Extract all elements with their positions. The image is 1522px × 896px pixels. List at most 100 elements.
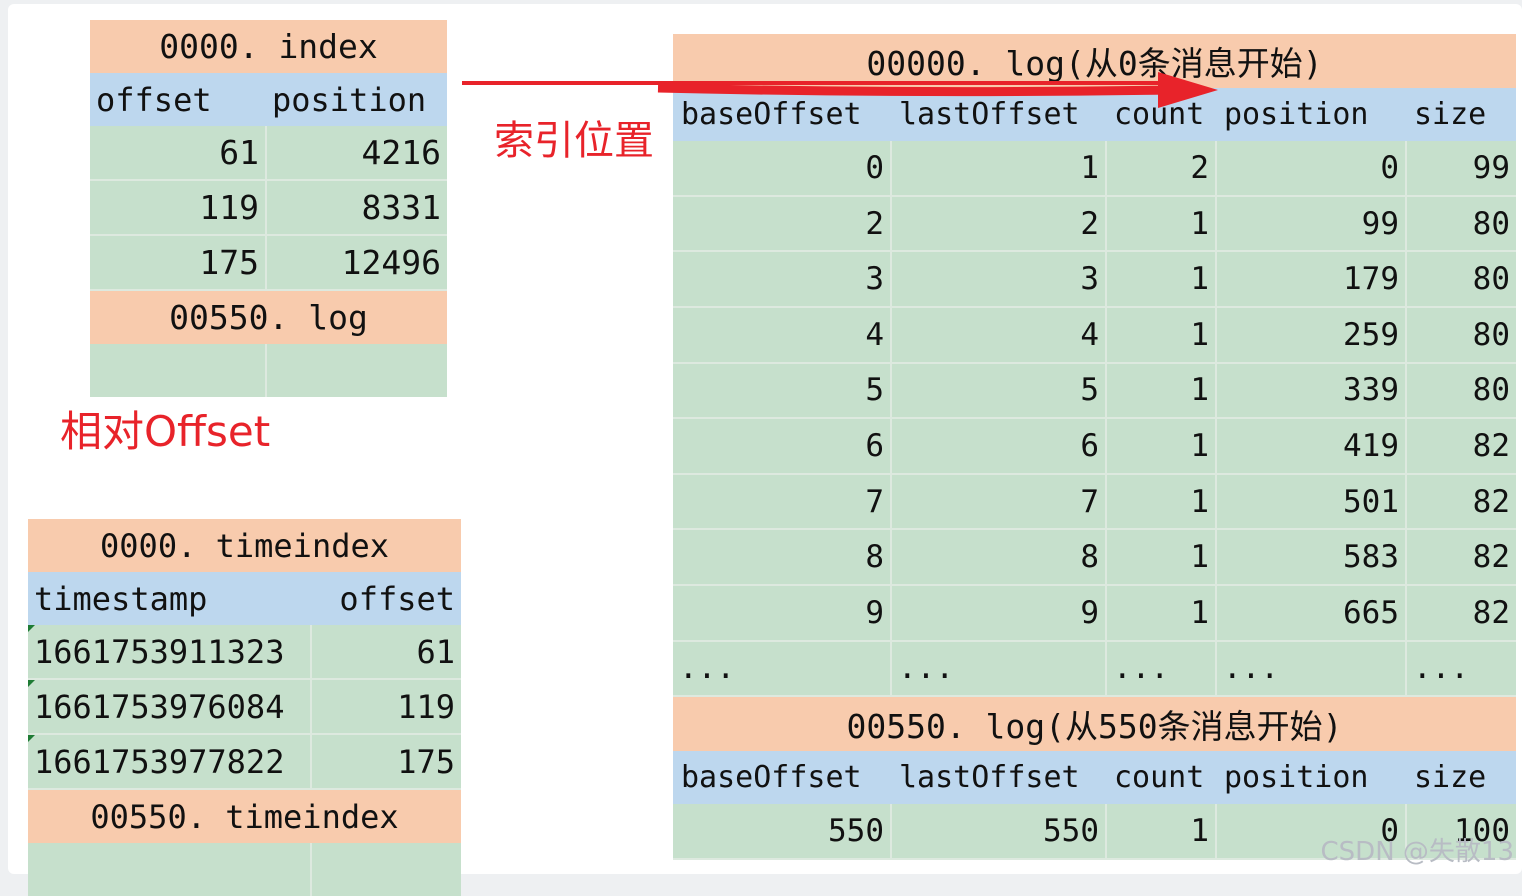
log-cell: 99 [1216, 195, 1407, 253]
log-second-title: 00550. log(从550条消息开始) [673, 696, 1516, 751]
table-row: 1661753976084 119 [28, 679, 462, 735]
watermark: CSDN @失散13 [1320, 837, 1514, 867]
table-row: 1661753977822 175 [28, 734, 462, 790]
log2-header-lastoffset: lastOffset [891, 750, 1106, 805]
ellipsis-cell: ... [1406, 640, 1516, 698]
log-cell: 7 [891, 473, 1107, 531]
index-footer-title: 00550. log [90, 290, 448, 344]
index-header-offset: offset [90, 73, 266, 126]
log-cell: 8 [891, 529, 1107, 586]
log-cell: 419 [1216, 418, 1407, 475]
offset-cell: 175 [311, 734, 462, 790]
log-cell: 80 [1406, 251, 1516, 308]
timeindex-footer-title: 00550. timeindex [28, 789, 462, 843]
table-row: 175 12496 [90, 235, 448, 291]
log2-header-position: position [1216, 750, 1406, 805]
offset-cell: 119 [311, 679, 462, 735]
log-cell: 99 [1406, 141, 1516, 197]
log-cell: 1 [1106, 362, 1217, 420]
table-row: 119 8331 [90, 180, 448, 236]
log-cell: 82 [1406, 529, 1516, 586]
empty-cell [311, 843, 462, 896]
log2-cell: 550 [673, 804, 892, 860]
table-row: 0 1 2 0 99 [673, 141, 1516, 197]
index-cell: 12496 [266, 235, 448, 291]
table-row: 61 4216 [90, 126, 448, 181]
log-cell: 9 [673, 584, 892, 642]
log-cell: 665 [1216, 584, 1407, 642]
empty-cell [28, 843, 312, 896]
log-cell: 0 [1216, 141, 1407, 197]
index-cell: 175 [90, 235, 267, 291]
log2-header-baseoffset: baseOffset [673, 750, 891, 805]
timeindex-table-title: 0000. timeindex [28, 519, 462, 572]
log-cell: 82 [1406, 584, 1516, 642]
log-cell: 6 [673, 418, 892, 475]
log-cell: 2 [1106, 141, 1217, 197]
timestamp-cell: 1661753977822 [28, 734, 312, 790]
diagram-canvas: 0000. index offset position 61 4216 119 … [8, 4, 1522, 896]
log-cell: 1 [891, 141, 1107, 197]
table-row: 1661753911323 61 [28, 625, 462, 680]
log-cell: 179 [1216, 251, 1407, 308]
log-cell: 1 [1106, 529, 1217, 586]
log-cell: 1 [1106, 584, 1217, 642]
table-row: 9 9 1 665 82 [673, 584, 1516, 642]
log2-header-count: count [1106, 750, 1216, 805]
table-row: 5 5 1 339 80 [673, 362, 1516, 420]
index-table-title: 0000. index [90, 20, 448, 73]
timeindex-header-timestamp: timestamp [28, 572, 311, 625]
log-cell: 6 [891, 418, 1107, 475]
ellipsis-cell: ... [891, 640, 1107, 698]
log-cell: 5 [673, 362, 892, 420]
log-cell: 501 [1216, 473, 1407, 531]
log-cell: 1 [1106, 195, 1217, 253]
index-cell: 8331 [266, 180, 448, 236]
log-cell: 2 [891, 195, 1107, 253]
table-row: 3 3 1 179 80 [673, 251, 1516, 308]
table-row: 4 4 1 259 80 [673, 306, 1516, 364]
log-cell: 3 [673, 251, 892, 308]
log2-cell: 1 [1106, 804, 1217, 860]
table-row: 7 7 1 501 82 [673, 473, 1516, 531]
log-cell: 3 [891, 251, 1107, 308]
index-cell: 119 [90, 180, 267, 236]
log-cell: 5 [891, 362, 1107, 420]
log-cell: 82 [1406, 418, 1516, 475]
empty-cell [266, 344, 448, 397]
offset-cell: 61 [311, 625, 462, 680]
log2-cell: 550 [891, 804, 1107, 860]
table-row: 8 8 1 583 82 [673, 529, 1516, 586]
log-cell: 4 [673, 306, 892, 364]
index-table: 0000. index offset position 61 4216 119 … [90, 20, 448, 397]
log-header-position: position [1216, 87, 1406, 142]
index-position-annotation: 索引位置 [494, 118, 654, 164]
log-cell: 9 [891, 584, 1107, 642]
log-cell: 80 [1406, 362, 1516, 420]
ellipsis-cell: ... [1216, 640, 1407, 698]
timestamp-cell: 1661753976084 [28, 679, 312, 735]
log-cell: 82 [1406, 473, 1516, 531]
log-header-size: size [1406, 87, 1516, 142]
ellipsis-cell: ... [673, 640, 892, 698]
log-cell: 259 [1216, 306, 1407, 364]
index-cell: 61 [90, 126, 267, 181]
relative-offset-annotation: 相对Offset [60, 407, 271, 456]
log-cell: 2 [673, 195, 892, 253]
log-cell: 1 [1106, 473, 1217, 531]
log-cell: 583 [1216, 529, 1407, 586]
ellipsis-row: ... ... ... ... ... [673, 640, 1516, 698]
table-row: 2 2 1 99 80 [673, 195, 1516, 253]
timeindex-table: 0000. timeindex timestamp offset 1661753… [28, 519, 462, 896]
log-cell: 80 [1406, 195, 1516, 253]
log-cell: 1 [1106, 418, 1217, 475]
log-cell: 1 [1106, 251, 1217, 308]
timestamp-cell: 1661753911323 [28, 625, 312, 680]
log-cell: 7 [673, 473, 892, 531]
log-cell: 0 [673, 141, 892, 197]
index-cell: 4216 [266, 126, 448, 181]
log-cell: 1 [1106, 306, 1217, 364]
table-row: 6 6 1 419 82 [673, 418, 1516, 475]
log-cell: 339 [1216, 362, 1407, 420]
log-table: 00000. log(从0条消息开始) baseOffset lastOffse… [673, 34, 1516, 860]
